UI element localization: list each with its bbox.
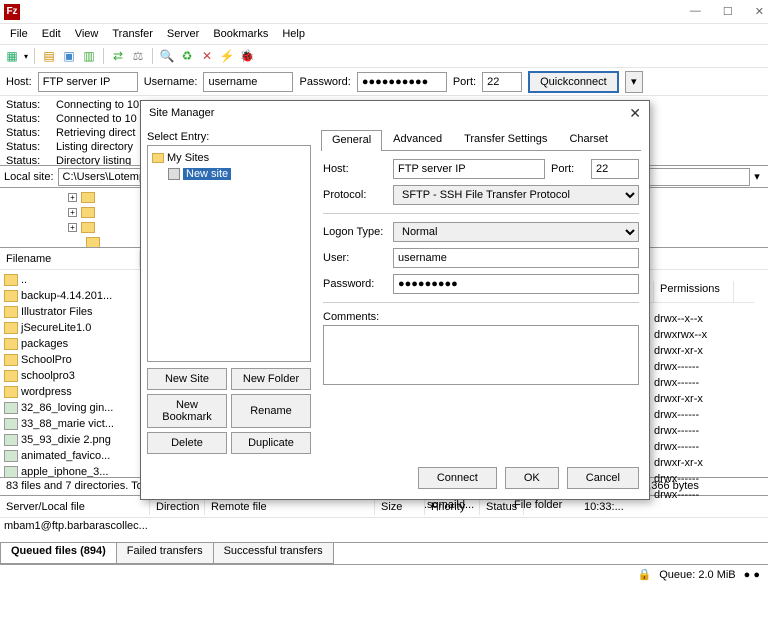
queue-size: Queue: 2.0 MiB <box>659 569 735 581</box>
col-permissions[interactable]: Permissions <box>654 281 734 302</box>
dialog-close-button[interactable]: ✕ <box>629 105 641 122</box>
menu-file[interactable]: File <box>4 26 34 42</box>
toolbar-compare-icon[interactable]: ⚖ <box>130 48 146 64</box>
port-label: Port: <box>453 76 476 88</box>
sm-logon-label: Logon Type: <box>323 226 393 238</box>
sm-comments-input[interactable] <box>323 325 639 385</box>
port-input[interactable] <box>482 72 522 92</box>
minimize-button[interactable]: — <box>690 5 701 18</box>
menu-help[interactable]: Help <box>276 26 311 42</box>
toolbar-filter-icon[interactable]: ♻ <box>179 48 195 64</box>
sm-protocol-label: Protocol: <box>323 189 393 201</box>
quickconnect-bar: Host: Username: Password: Port: Quickcon… <box>0 68 768 96</box>
sm-protocol-select[interactable]: SFTP - SSH File Transfer Protocol <box>393 185 639 205</box>
menu-bookmarks[interactable]: Bookmarks <box>207 26 274 42</box>
tab-failed[interactable]: Failed transfers <box>116 543 214 564</box>
cancel-button[interactable]: Cancel <box>567 467 639 489</box>
delete-button[interactable]: Delete <box>147 432 227 454</box>
host-input[interactable] <box>38 72 138 92</box>
tab-queued[interactable]: Queued files (894) <box>0 543 117 564</box>
ok-button[interactable]: OK <box>505 467 559 489</box>
menu-transfer[interactable]: Transfer <box>106 26 159 42</box>
new-site-button[interactable]: New Site <box>147 368 227 390</box>
sm-password-label: Password: <box>323 278 393 290</box>
sm-host-input[interactable] <box>393 159 545 179</box>
password-label: Password: <box>299 76 350 88</box>
col-direction[interactable]: Direction <box>150 499 205 515</box>
toolbar-binoculars-icon[interactable]: 🔍 <box>159 48 175 64</box>
quickconnect-button[interactable]: Quickconnect <box>528 71 619 93</box>
toolbar-sitemanager-icon[interactable]: ▦ <box>4 48 20 64</box>
tab-general[interactable]: General <box>321 130 382 151</box>
tab-charset[interactable]: Charset <box>558 129 619 150</box>
local-site-label: Local site: <box>4 171 54 183</box>
folder-icon <box>152 153 164 163</box>
toolbar: ▦▾ ▤ ▣ ▥ ⇄ ⚖ 🔍 ♻ ✕ ⚡ 🐞 <box>0 44 768 68</box>
sm-user-label: User: <box>323 252 393 264</box>
duplicate-button[interactable]: Duplicate <box>231 432 311 454</box>
sm-host-label: Host: <box>323 163 393 175</box>
toolbar-toggle-log-icon[interactable]: ▤ <box>41 48 57 64</box>
sm-comments-label: Comments: <box>323 311 639 323</box>
sm-port-input[interactable] <box>591 159 639 179</box>
app-icon: Fz <box>4 4 20 20</box>
maximize-button[interactable]: ☐ <box>723 5 733 18</box>
dialog-title: Site Manager <box>149 107 214 119</box>
new-folder-button[interactable]: New Folder <box>231 368 311 390</box>
sm-port-label: Port: <box>551 163 585 175</box>
username-input[interactable] <box>203 72 293 92</box>
col-remote-file[interactable]: Remote file <box>205 499 375 515</box>
col-filename[interactable]: Filename <box>0 251 140 267</box>
new-bookmark-button[interactable]: New Bookmark <box>147 394 227 428</box>
site-manager-dialog: Site Manager ✕ Select Entry: My Sites Ne… <box>140 100 650 500</box>
tab-successful[interactable]: Successful transfers <box>213 543 334 564</box>
site-new-site[interactable]: New site <box>183 168 231 180</box>
site-tree[interactable]: My Sites New site <box>147 145 311 362</box>
col-size[interactable]: Size <box>375 499 425 515</box>
sm-password-input[interactable] <box>393 274 639 294</box>
statusbar: 🔒 Queue: 2.0 MiB ● ● <box>0 564 768 584</box>
toolbar-toggle-queue-icon[interactable]: ▥ <box>81 48 97 64</box>
menu-edit[interactable]: Edit <box>36 26 67 42</box>
rename-button[interactable]: Rename <box>231 394 311 428</box>
toolbar-disconnect-icon[interactable]: ⚡ <box>219 48 235 64</box>
tab-advanced[interactable]: Advanced <box>382 129 453 150</box>
tab-transfer-settings[interactable]: Transfer Settings <box>453 129 558 150</box>
sm-logon-select[interactable]: Normal <box>393 222 639 242</box>
toolbar-reconnect-icon[interactable]: 🐞 <box>239 48 255 64</box>
select-entry-label: Select Entry: <box>147 131 311 143</box>
server-icon <box>168 168 180 180</box>
menu-server[interactable]: Server <box>161 26 205 42</box>
col-server-local[interactable]: Server/Local file <box>0 499 150 515</box>
close-button[interactable]: ✕ <box>755 5 764 18</box>
dropdown-icon[interactable]: ▾ <box>750 170 764 183</box>
password-input[interactable] <box>357 72 447 92</box>
menu-view[interactable]: View <box>69 26 105 42</box>
username-label: Username: <box>144 76 198 88</box>
queue-tabs: Queued files (894) Failed transfers Succ… <box>0 542 768 564</box>
remote-row[interactable]: .sqmaild... File folder <box>424 499 614 511</box>
toolbar-sync-icon[interactable]: ⇄ <box>110 48 126 64</box>
connect-button[interactable]: Connect <box>418 467 497 489</box>
toolbar-process-icon[interactable]: ✕ <box>199 48 215 64</box>
status-indicator: ● ● <box>744 569 760 581</box>
quickconnect-dropdown[interactable]: ▾ <box>625 71 643 93</box>
sm-user-input[interactable] <box>393 248 639 268</box>
queue-row[interactable]: mbam1@ftp.barbarascollec... <box>4 520 764 532</box>
queue-body[interactable]: mbam1@ftp.barbarascollec... <box>0 518 768 542</box>
menubar: File Edit View Transfer Server Bookmarks… <box>0 24 768 44</box>
toolbar-toggle-tree-icon[interactable]: ▣ <box>61 48 77 64</box>
host-label: Host: <box>6 76 32 88</box>
lock-icon: 🔒 <box>638 568 652 581</box>
